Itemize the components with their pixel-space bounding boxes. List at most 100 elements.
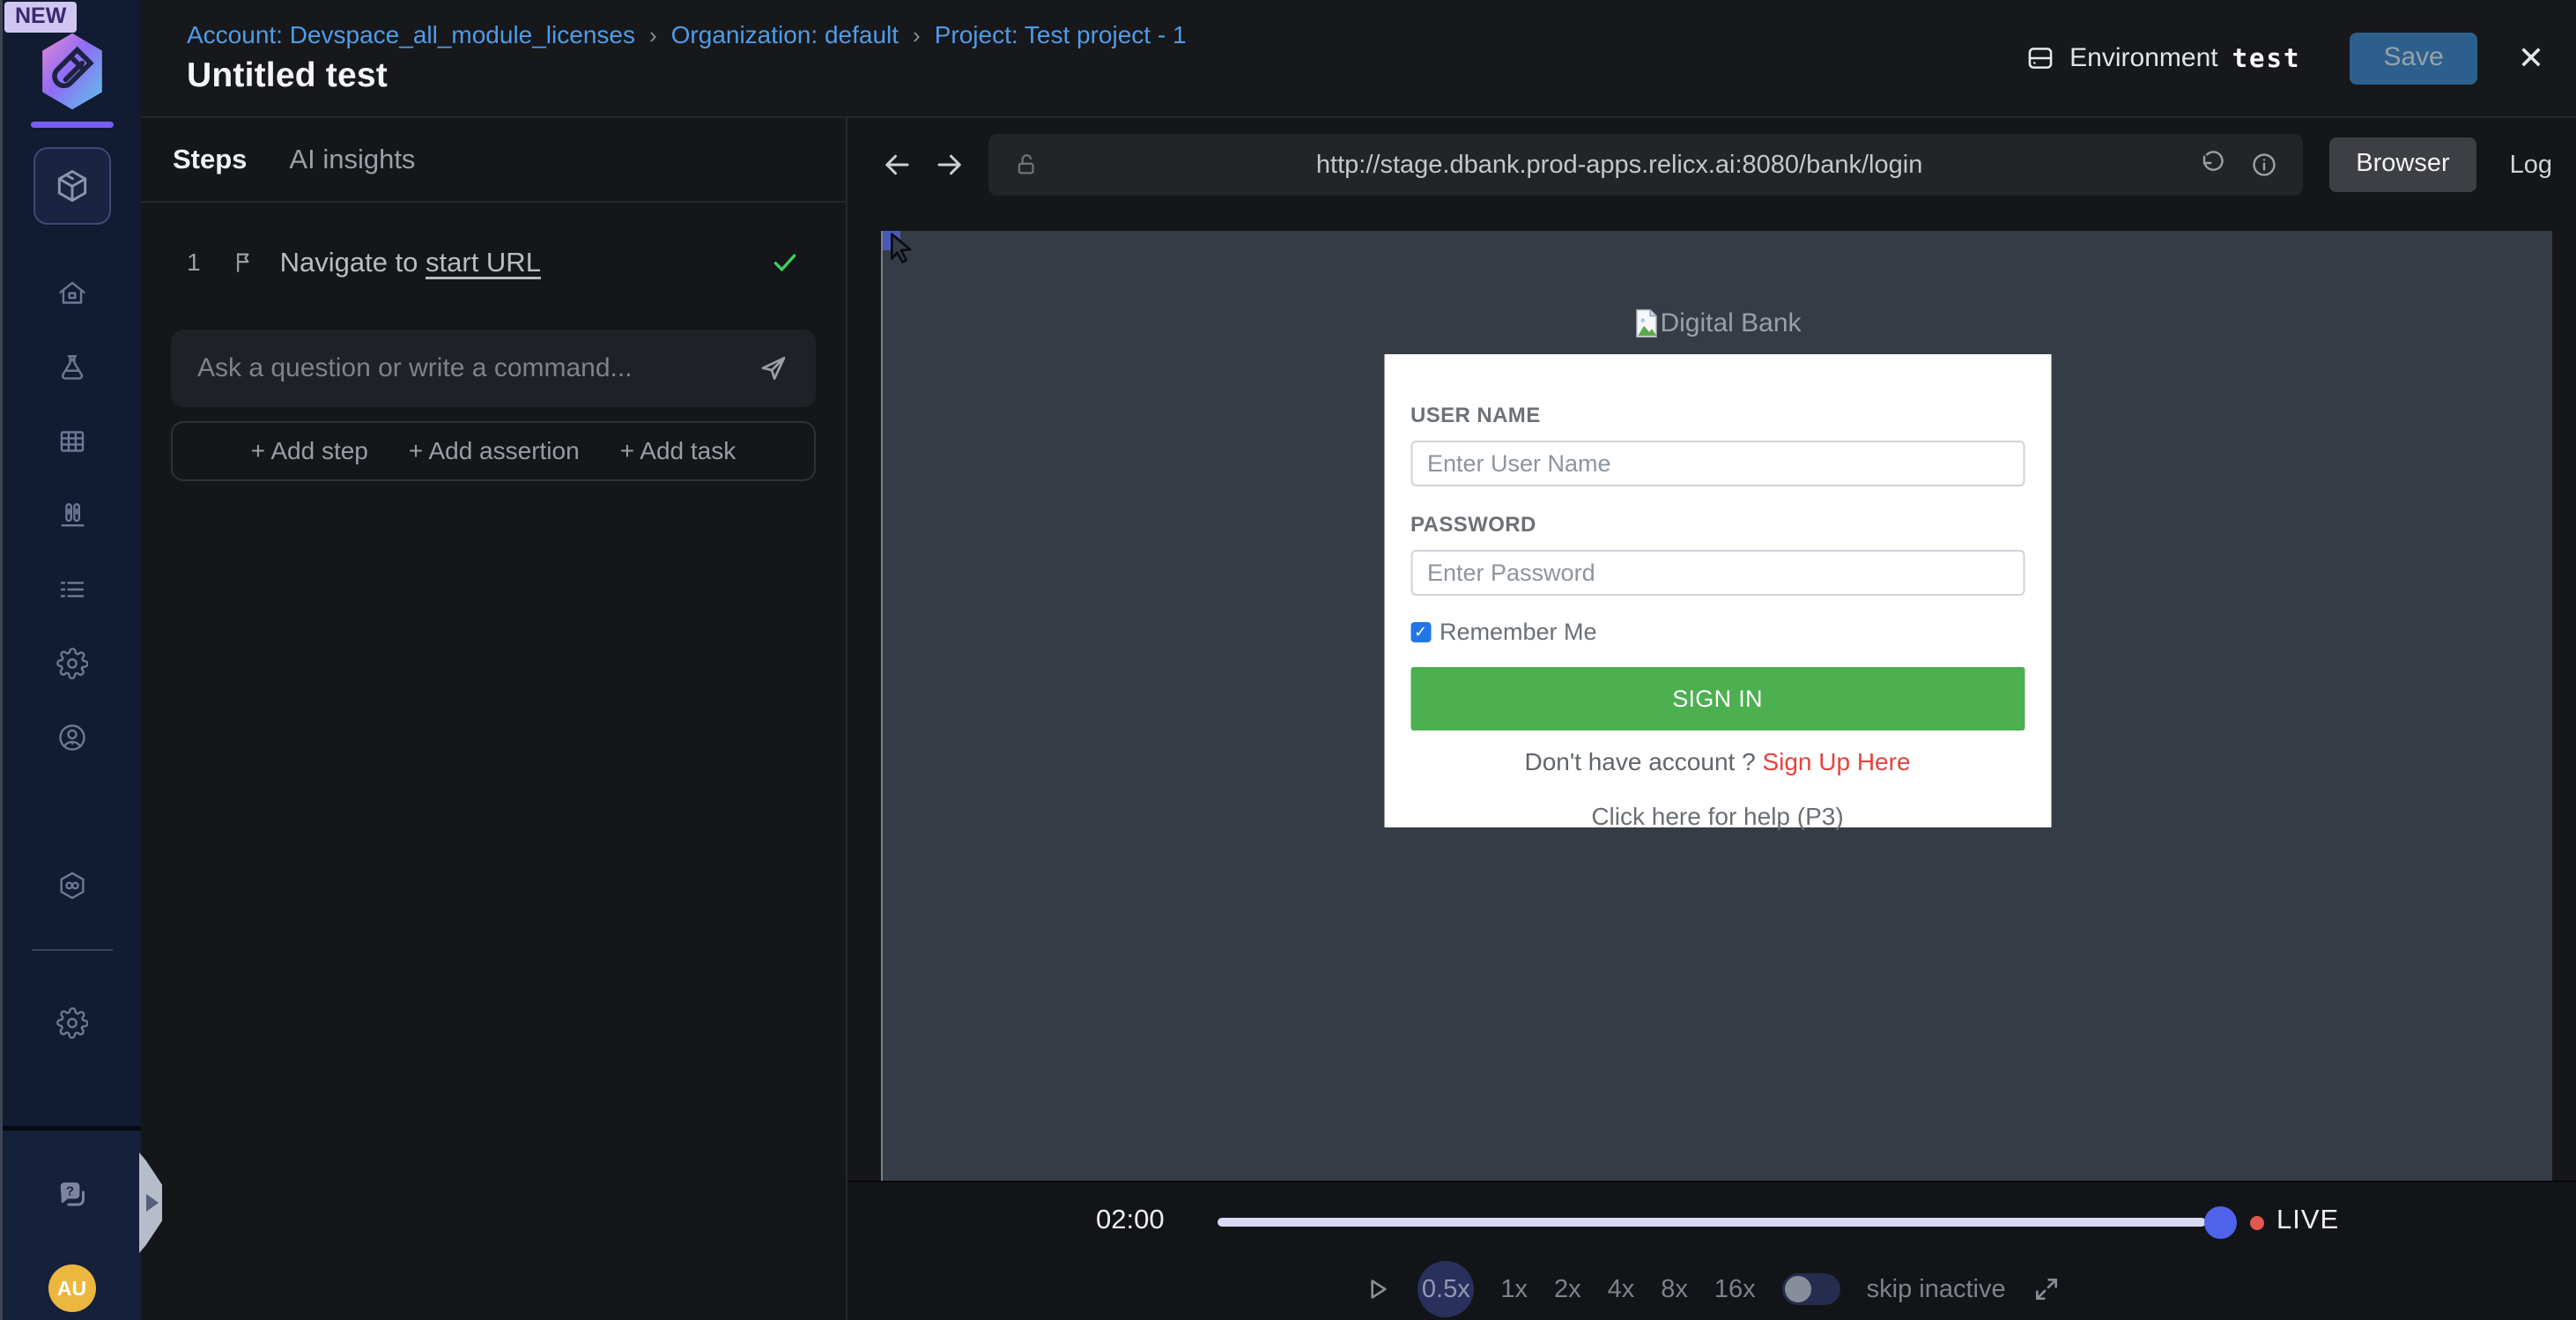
forward-arrow-icon[interactable] xyxy=(934,149,966,181)
panel-collapse-handle[interactable] xyxy=(139,1153,162,1253)
speed-2x[interactable]: 2x xyxy=(1554,1275,1581,1304)
flask-icon xyxy=(56,352,88,383)
sidebar-item-slack[interactable] xyxy=(3,775,141,849)
breadcrumb-separator: › xyxy=(649,22,657,49)
help-chat-icon: ? xyxy=(54,1178,91,1213)
signup-row: Don't have account ? Sign Up Here xyxy=(1410,748,2025,776)
signup-prefix: Don't have account ? xyxy=(1524,748,1762,775)
tab-ai-insights[interactable]: AI insights xyxy=(289,144,415,175)
logo-active-underline xyxy=(31,122,114,128)
step-text: Navigate to start URL xyxy=(280,247,541,278)
sidebar-item-test-builder[interactable] xyxy=(33,147,111,225)
step-passed-check-icon xyxy=(770,248,800,278)
breadcrumb: Account: Devspace_all_module_licenses › … xyxy=(187,21,1187,49)
breadcrumb-account[interactable]: Account: Devspace_all_module_licenses xyxy=(187,21,635,49)
speed-4x[interactable]: 4x xyxy=(1608,1275,1635,1304)
sidebar-item-configuration[interactable] xyxy=(3,627,141,701)
sidebar-item-home[interactable] xyxy=(3,256,141,330)
breadcrumb-organization[interactable]: Organization: default xyxy=(671,21,899,49)
sidebar-item-help[interactable]: ? xyxy=(3,1176,141,1215)
url-text[interactable]: http://stage.dbank.prod-apps.relicx.ai:8… xyxy=(1040,151,2199,180)
add-task-button[interactable]: + Add task xyxy=(620,437,737,465)
sidebar-item-runs[interactable] xyxy=(3,552,141,627)
bank-logo: Digital Bank xyxy=(1633,308,1801,338)
skip-inactive-label: skip inactive xyxy=(1867,1275,2006,1304)
environment-icon xyxy=(2025,43,2055,73)
url-bar[interactable]: http://stage.dbank.prod-apps.relicx.ai:8… xyxy=(988,134,2303,196)
app-window: NEW xyxy=(0,0,2576,1320)
username-label: USER NAME xyxy=(1410,404,2025,428)
breadcrumb-separator: › xyxy=(913,22,921,49)
checklist-icon xyxy=(56,574,88,605)
send-icon[interactable] xyxy=(758,352,789,384)
play-icon[interactable] xyxy=(1363,1275,1391,1303)
sidebar-item-session-insights[interactable] xyxy=(3,701,141,775)
step-start-url-link[interactable]: start URL xyxy=(426,247,541,278)
browser-viewport[interactable]: Digital Bank USER NAME PASSWORD ✓ Rememb… xyxy=(881,231,2552,1181)
save-button[interactable]: Save xyxy=(2350,33,2476,85)
gear-icon xyxy=(56,648,88,679)
info-icon[interactable] xyxy=(2250,151,2278,179)
viewport-area: Digital Bank USER NAME PASSWORD ✓ Rememb… xyxy=(848,211,2576,1181)
help-link[interactable]: Click here for help (P3) xyxy=(1410,803,2025,831)
playback-bar: 02:00 LIVE 0.5x 1x 2x 4x 8x 16x xyxy=(848,1181,2576,1320)
playback-progress-thumb[interactable] xyxy=(2204,1206,2237,1239)
sidebar-item-test-results[interactable] xyxy=(3,478,141,552)
sign-up-link[interactable]: Sign Up Here xyxy=(1762,748,1910,775)
tab-steps[interactable]: Steps xyxy=(173,144,247,175)
gear-icon xyxy=(56,1007,88,1039)
header: Account: Devspace_all_module_licenses › … xyxy=(141,0,2576,118)
tab-log[interactable]: Log xyxy=(2510,151,2552,180)
bank-logo-alt-text: Digital Bank xyxy=(1660,308,1801,338)
user-avatar[interactable]: AU xyxy=(48,1264,96,1312)
playback-time: 02:00 xyxy=(1096,1204,1165,1235)
browser-nav-bar: http://stage.dbank.prod-apps.relicx.ai:8… xyxy=(848,118,2576,211)
steps-panel: Steps AI insights 1 Navigate to start UR… xyxy=(141,118,848,1320)
package-icon xyxy=(53,167,92,205)
live-label: LIVE xyxy=(2276,1204,2339,1235)
relicx-logo[interactable] xyxy=(32,30,113,113)
breadcrumb-project[interactable]: Project: Test project - 1 xyxy=(935,21,1187,49)
new-badge: NEW xyxy=(4,2,77,33)
remember-me-label: Remember Me xyxy=(1440,619,1597,646)
playback-progress-track[interactable] xyxy=(1218,1218,2206,1227)
test-tubes-icon xyxy=(56,500,88,531)
environment-label: Environment xyxy=(2069,43,2217,73)
sidebar-item-settings[interactable] xyxy=(3,986,141,1060)
cursor-icon xyxy=(885,231,920,270)
svg-text:?: ? xyxy=(65,1183,73,1198)
refresh-icon[interactable] xyxy=(2199,151,2227,179)
username-field[interactable] xyxy=(1410,441,2025,486)
command-box xyxy=(171,330,816,407)
sidebar-bottom-section: ? AU xyxy=(3,1126,141,1320)
speed-8x[interactable]: 8x xyxy=(1661,1275,1688,1304)
speed-0.5x[interactable]: 0.5x xyxy=(1418,1261,1474,1317)
steps-tabs: Steps AI insights xyxy=(141,118,846,203)
slack-icon xyxy=(56,796,88,827)
command-input[interactable] xyxy=(197,353,758,383)
step-row[interactable]: 1 Navigate to start URL xyxy=(141,247,846,278)
sign-in-button[interactable]: SIGN IN xyxy=(1410,667,2025,730)
close-icon[interactable]: ✕ xyxy=(2518,42,2544,74)
remember-me-checkbox[interactable]: ✓ xyxy=(1410,622,1431,642)
password-field[interactable] xyxy=(1410,550,2025,596)
add-assertion-button[interactable]: + Add assertion xyxy=(409,437,580,465)
step-text-prefix: Navigate to xyxy=(280,247,426,278)
skip-inactive-toggle[interactable] xyxy=(1782,1273,1840,1305)
back-arrow-icon[interactable] xyxy=(881,149,913,181)
tab-browser[interactable]: Browser xyxy=(2329,137,2476,192)
speed-16x[interactable]: 16x xyxy=(1714,1275,1756,1304)
add-actions-row: + Add step + Add assertion + Add task xyxy=(171,421,816,481)
environment-value[interactable]: test xyxy=(2232,43,2301,73)
add-step-button[interactable]: + Add step xyxy=(251,437,368,465)
login-card: USER NAME PASSWORD ✓ Remember Me SIGN IN… xyxy=(1384,354,2051,827)
home-icon xyxy=(56,278,88,309)
sidebar-item-tests[interactable] xyxy=(3,330,141,404)
sidebar-item-integrations[interactable] xyxy=(3,849,141,923)
remote-cursor xyxy=(881,231,925,273)
fullscreen-icon[interactable] xyxy=(2032,1275,2061,1303)
speed-1x[interactable]: 1x xyxy=(1500,1275,1528,1304)
browser-panel: http://stage.dbank.prod-apps.relicx.ai:8… xyxy=(848,118,2576,1320)
sidebar-item-suites[interactable] xyxy=(3,404,141,478)
grid-icon xyxy=(56,426,88,457)
